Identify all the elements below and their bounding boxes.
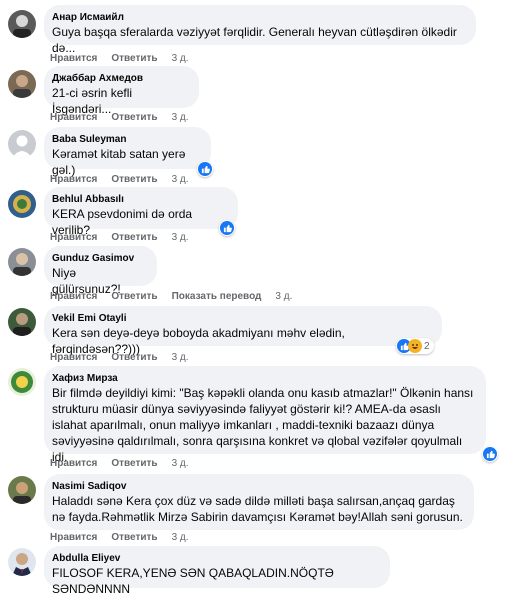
avatar[interactable]: [8, 130, 36, 158]
like-link[interactable]: Нравится: [50, 458, 97, 470]
comment-bubble: Baba Suleyman Kəramət kitab satan yerə g…: [44, 127, 211, 177]
comment-bubble: Джаббар Ахмедов 21-ci əsrin kefli İsgənd…: [44, 66, 199, 116]
reaction-badge[interactable]: 2: [396, 338, 434, 354]
comment-author[interactable]: Gunduz Gasimov: [52, 252, 147, 265]
avatar[interactable]: [8, 190, 36, 218]
haha-reaction-icon: [408, 339, 422, 353]
avatar[interactable]: [8, 248, 36, 276]
avatar[interactable]: [8, 10, 36, 38]
comment-actions: Нравится Ответить 3 д.: [50, 232, 189, 244]
comment-bubble: Vekil Emi Otayli Kera sən deyə-deyə bobo…: [44, 306, 442, 356]
comment-actions: Нравится Ответить 3 д.: [50, 53, 189, 65]
avatar[interactable]: [8, 308, 36, 336]
comment-author[interactable]: Behlul Abbasılı: [52, 193, 228, 206]
comment-bubble: Behlul Abbasılı KERA psevdonimi də orda …: [44, 187, 238, 237]
comment-author[interactable]: Nasimi Sadiqov: [52, 480, 464, 493]
comment-author[interactable]: Анар Исмаийл: [52, 11, 466, 24]
like-link[interactable]: Нравится: [50, 174, 97, 186]
avatar[interactable]: [8, 548, 36, 576]
comment-actions: Нравится Ответить 3 д.: [50, 532, 189, 544]
reply-link[interactable]: Ответить: [111, 532, 157, 544]
comment-text: Guya başqa sferalarda vəziyyət fərqlidir…: [52, 25, 461, 55]
reply-link[interactable]: Ответить: [111, 291, 157, 303]
like-link[interactable]: Нравится: [50, 112, 97, 124]
comment-time[interactable]: 3 д.: [172, 458, 189, 470]
comment-bubble: Анар Исмаийл Guya başqa sferalarda vəziy…: [44, 5, 476, 55]
show-translation-link[interactable]: Показать перевод: [172, 291, 262, 303]
comment-text: Haladdı sənə Kera çox düz və sadə dildə …: [52, 494, 463, 524]
comment-text: Bir filmdə deyildiyi kimi: "Baş kəpəkli …: [52, 386, 477, 464]
comment-time[interactable]: 3 д.: [172, 174, 189, 186]
like-reaction-icon: [198, 162, 212, 176]
like-link[interactable]: Нравится: [50, 53, 97, 65]
like-link[interactable]: Нравится: [50, 532, 97, 544]
reply-link[interactable]: Ответить: [111, 174, 157, 186]
reaction-badge[interactable]: [482, 446, 498, 462]
comment-time[interactable]: 3 д.: [172, 532, 189, 544]
reaction-badge[interactable]: [219, 220, 235, 236]
reaction-count: 2: [424, 340, 430, 352]
avatar[interactable]: [8, 368, 36, 396]
like-link[interactable]: Нравится: [50, 352, 97, 364]
comment-time[interactable]: 3 д.: [172, 53, 189, 65]
comment-time[interactable]: 3 д.: [172, 232, 189, 244]
comment-bubble: Abdulla Eliyev FILOSOF KERA,YENƏ SƏN QAB…: [44, 546, 390, 596]
reply-link[interactable]: Ответить: [111, 112, 157, 124]
comment-time[interactable]: 3 д.: [275, 291, 292, 303]
reaction-badge[interactable]: [197, 161, 213, 177]
comment-time[interactable]: 3 д.: [172, 112, 189, 124]
comment-actions: Нравится Ответить 3 д.: [50, 458, 189, 470]
comment-bubble: Nasimi Sadiqov Haladdı sənə Kera çox düz…: [44, 474, 474, 530]
avatar[interactable]: [8, 476, 36, 504]
comment-actions: Нравится Ответить 3 д.: [50, 352, 189, 364]
comment-author[interactable]: Baba Suleyman: [52, 133, 201, 146]
reply-link[interactable]: Ответить: [111, 458, 157, 470]
comment-author[interactable]: Джаббар Ахмедов: [52, 72, 189, 85]
comment-author[interactable]: Vekil Emi Otayli: [52, 312, 432, 325]
comment-author[interactable]: Abdulla Eliyev: [52, 552, 380, 565]
like-link[interactable]: Нравится: [50, 291, 97, 303]
comment-time[interactable]: 3 д.: [172, 352, 189, 364]
like-reaction-icon: [220, 221, 234, 235]
comment-text: FILOSOF KERA,YENƏ SƏN QABAQLADIN.NÖQTƏ S…: [52, 566, 338, 596]
reply-link[interactable]: Ответить: [111, 352, 157, 364]
like-reaction-icon: [483, 447, 497, 461]
reply-link[interactable]: Ответить: [111, 232, 157, 244]
comment-actions: Нравится Ответить Показать перевод 3 д.: [50, 291, 292, 303]
comment-actions: Нравится Ответить 3 д.: [50, 112, 189, 124]
like-link[interactable]: Нравится: [50, 232, 97, 244]
comment-bubble: Хафиз Мирза Bir filmdə deyildiyi kimi: "…: [44, 366, 486, 464]
comment-author[interactable]: Хафиз Мирза: [52, 372, 476, 385]
avatar[interactable]: [8, 70, 36, 98]
reply-link[interactable]: Ответить: [111, 53, 157, 65]
comment-actions: Нравится Ответить 3 д.: [50, 174, 189, 186]
comment-bubble: Gunduz Gasimov Niyə gülürsunuz?!: [44, 246, 157, 296]
